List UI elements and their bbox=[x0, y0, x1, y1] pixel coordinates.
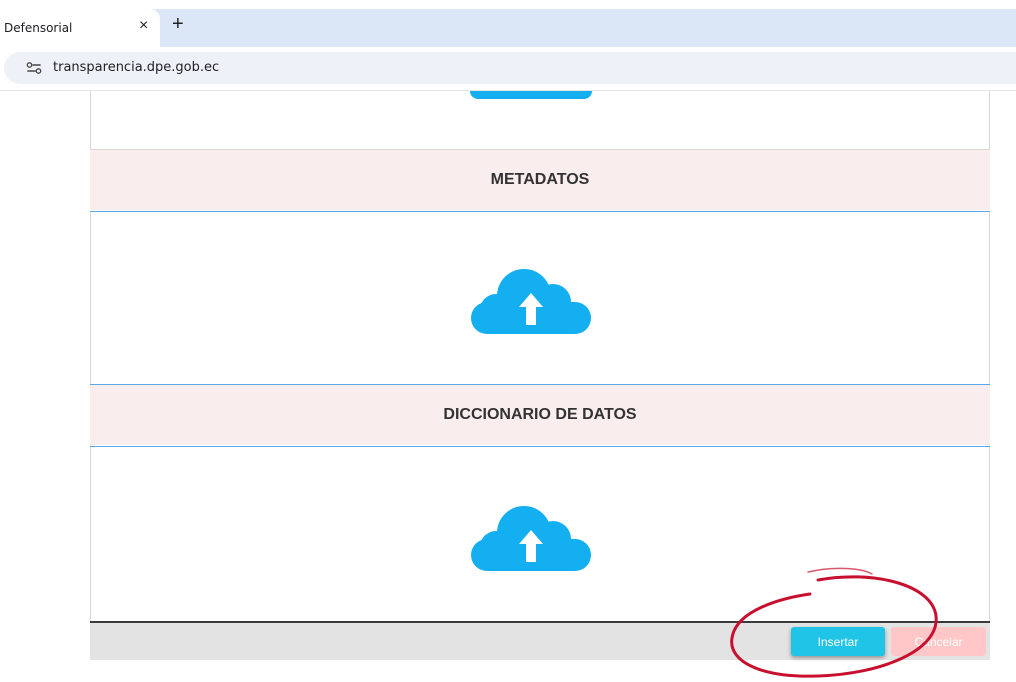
section-title: METADATOS bbox=[490, 171, 590, 188]
section-header-diccionario: DICCIONARIO DE DATOS bbox=[90, 385, 990, 445]
new-tab-icon[interactable]: + bbox=[172, 14, 184, 34]
cloud-upload-icon[interactable] bbox=[470, 91, 592, 99]
insert-button[interactable]: Insertar bbox=[791, 627, 885, 656]
site-settings-icon[interactable] bbox=[26, 61, 42, 75]
cloud-upload-icon[interactable] bbox=[469, 262, 593, 334]
tab-title: Defensorial bbox=[4, 21, 73, 35]
upload-area-metadatos[interactable] bbox=[90, 212, 990, 384]
upload-area-diccionario[interactable] bbox=[90, 447, 990, 621]
address-bar: transparencia.dpe.gob.ec bbox=[0, 47, 1016, 91]
upload-area-previous[interactable] bbox=[90, 91, 990, 150]
section-title: DICCIONARIO DE DATOS bbox=[443, 406, 637, 423]
browser-tabstrip: Defensorial × + bbox=[0, 0, 1016, 47]
tab-close-icon[interactable]: × bbox=[139, 17, 148, 35]
cloud-upload-icon[interactable] bbox=[469, 499, 593, 571]
omnibox[interactable]: transparencia.dpe.gob.ec bbox=[4, 52, 1016, 84]
url-text[interactable]: transparencia.dpe.gob.ec bbox=[53, 60, 219, 75]
cancel-button[interactable]: Cancelar bbox=[891, 627, 986, 656]
browser-tab[interactable]: Defensorial × bbox=[0, 9, 160, 47]
section-header-metadatos: METADATOS bbox=[90, 150, 990, 210]
